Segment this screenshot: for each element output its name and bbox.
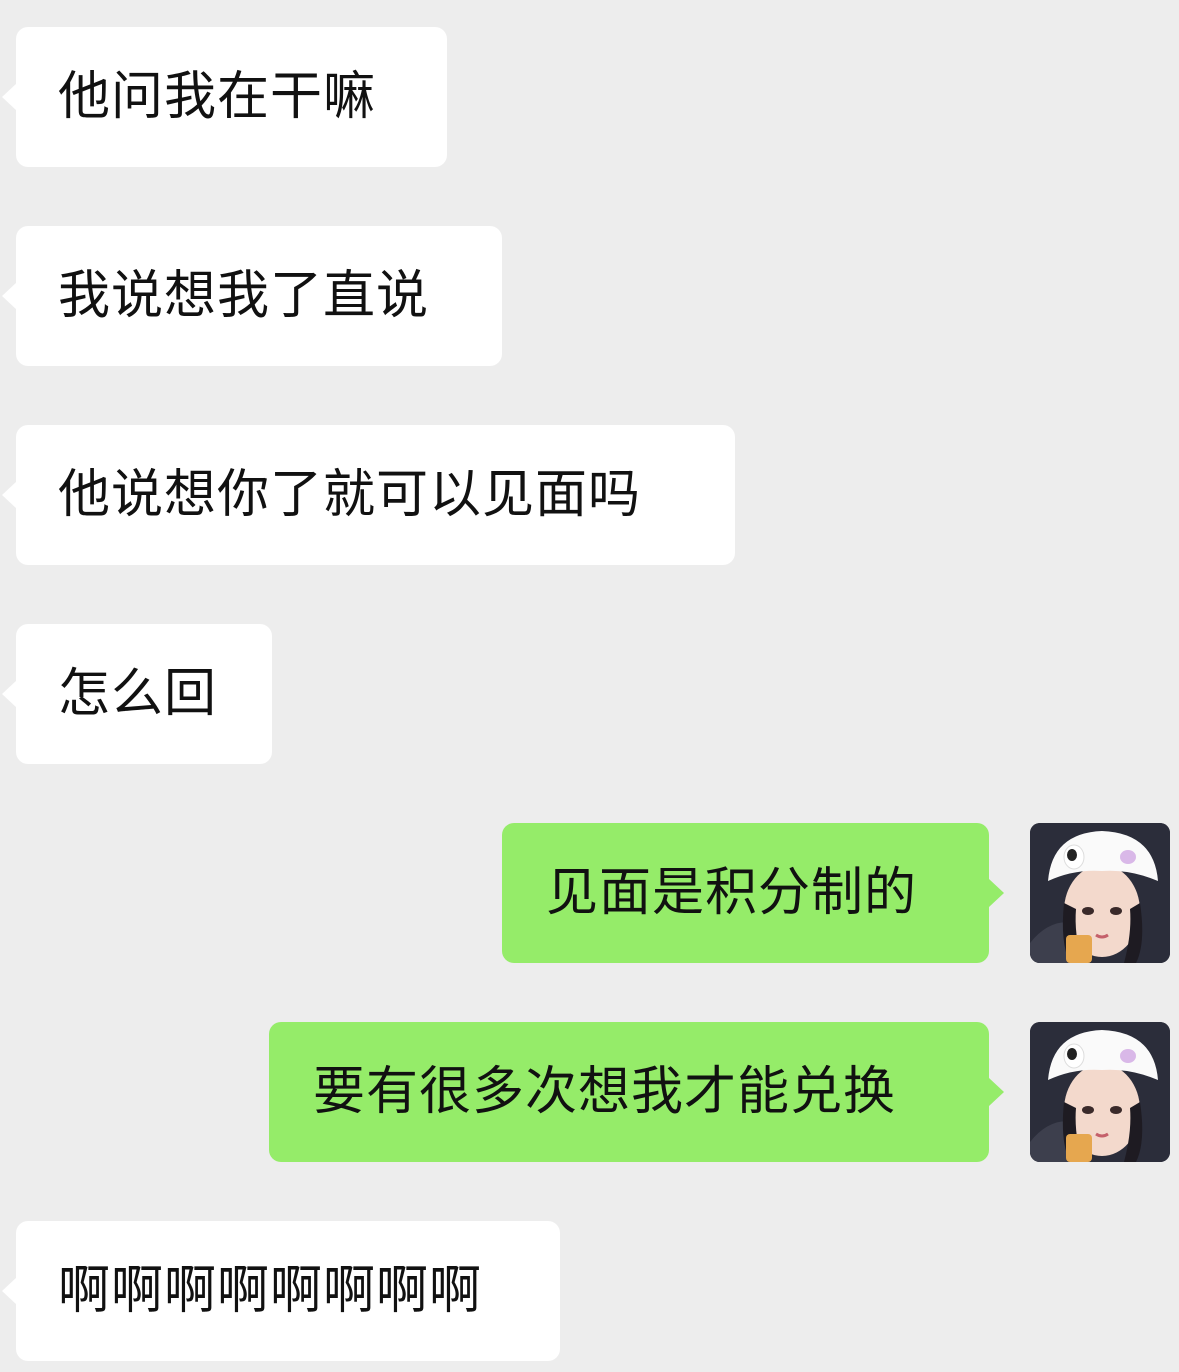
- self-avatar[interactable]: [1030, 823, 1170, 963]
- outgoing-message-bubble[interactable]: 见面是积分制的: [502, 823, 1004, 963]
- incoming-message-bubble[interactable]: 啊啊啊啊啊啊啊啊: [2, 1221, 560, 1361]
- self-avatar[interactable]: [1030, 1022, 1170, 1162]
- chat-message-list[interactable]: 他问我在干嘛 我说想我了直说 他说想你了就可以见面吗 怎么回 见面是积分制的 要…: [0, 0, 1179, 1372]
- incoming-message-bubble[interactable]: 他说想你了就可以见面吗: [2, 425, 735, 565]
- incoming-message-bubble[interactable]: 他问我在干嘛: [2, 27, 447, 167]
- outgoing-message-bubble[interactable]: 要有很多次想我才能兑换: [269, 1022, 1004, 1162]
- user-avatar-photo-icon: [1030, 823, 1170, 963]
- incoming-message-bubble[interactable]: 我说想我了直说: [2, 226, 502, 366]
- user-avatar-photo-icon: [1030, 1022, 1170, 1162]
- incoming-message-bubble[interactable]: 怎么回: [2, 624, 272, 764]
